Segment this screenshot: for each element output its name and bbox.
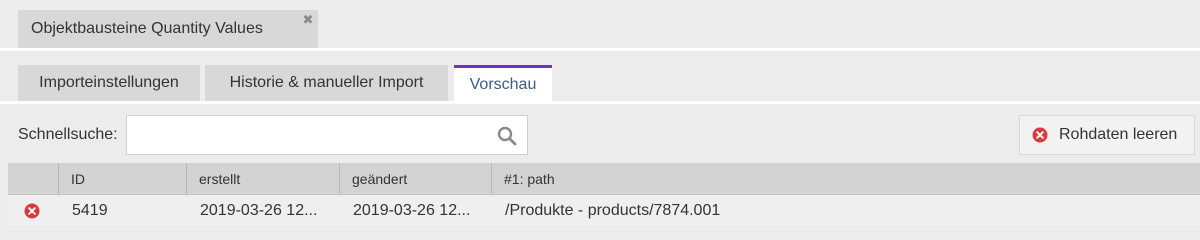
document-tab-title: Objektbausteine Quantity Values bbox=[31, 20, 263, 37]
delete-icon bbox=[1032, 127, 1048, 143]
column-header-action bbox=[8, 163, 58, 195]
close-icon[interactable]: ✖ bbox=[302, 13, 314, 26]
search-input[interactable] bbox=[127, 116, 527, 154]
grid-header: ID erstellt geändert #1: path bbox=[8, 163, 1200, 195]
cell-id: 5419 bbox=[72, 201, 108, 219]
clear-button-label: Rohdaten leeren bbox=[1059, 126, 1178, 143]
divider bbox=[0, 48, 1200, 51]
document-tab[interactable]: Objektbausteine Quantity Values ✖ bbox=[18, 10, 318, 48]
tab-label: Vorschau bbox=[469, 75, 537, 93]
toolbar: Schnellsuche: Rohdaten leeren bbox=[0, 104, 1200, 162]
table-row[interactable]: 5419 2019-03-26 12... 2019-03-26 12... /… bbox=[8, 195, 1200, 226]
tab-label: Historie & manueller Import bbox=[229, 74, 424, 91]
cell-modified: 2019-03-26 12... bbox=[353, 201, 471, 219]
search-field[interactable] bbox=[126, 115, 528, 155]
column-header-id[interactable]: ID bbox=[58, 163, 186, 195]
tab-historie[interactable]: Historie & manueller Import bbox=[205, 65, 448, 101]
clear-raw-data-button[interactable]: Rohdaten leeren bbox=[1019, 115, 1195, 155]
tab-vorschau[interactable]: Vorschau bbox=[454, 65, 552, 101]
search-label: Schnellsuche: bbox=[18, 126, 118, 143]
preview-grid: ID erstellt geändert #1: path 5419 2019-… bbox=[8, 163, 1200, 226]
column-header-created[interactable]: erstellt bbox=[186, 163, 339, 195]
column-header-path[interactable]: #1: path bbox=[491, 163, 1200, 195]
tab-importeinstellungen[interactable]: Importeinstellungen bbox=[18, 65, 200, 101]
column-header-modified[interactable]: geändert bbox=[339, 163, 491, 195]
delete-row-icon[interactable] bbox=[24, 203, 40, 219]
cell-created: 2019-03-26 12... bbox=[200, 201, 318, 219]
tab-label: Importeinstellungen bbox=[39, 74, 179, 91]
cell-path: /Produkte - products/7874.001 bbox=[505, 201, 721, 219]
search-icon[interactable] bbox=[497, 126, 517, 146]
document-tab-bar: Objektbausteine Quantity Values ✖ bbox=[0, 0, 1200, 50]
sub-tab-bar: Importeinstellungen Historie & manueller… bbox=[0, 53, 1200, 101]
